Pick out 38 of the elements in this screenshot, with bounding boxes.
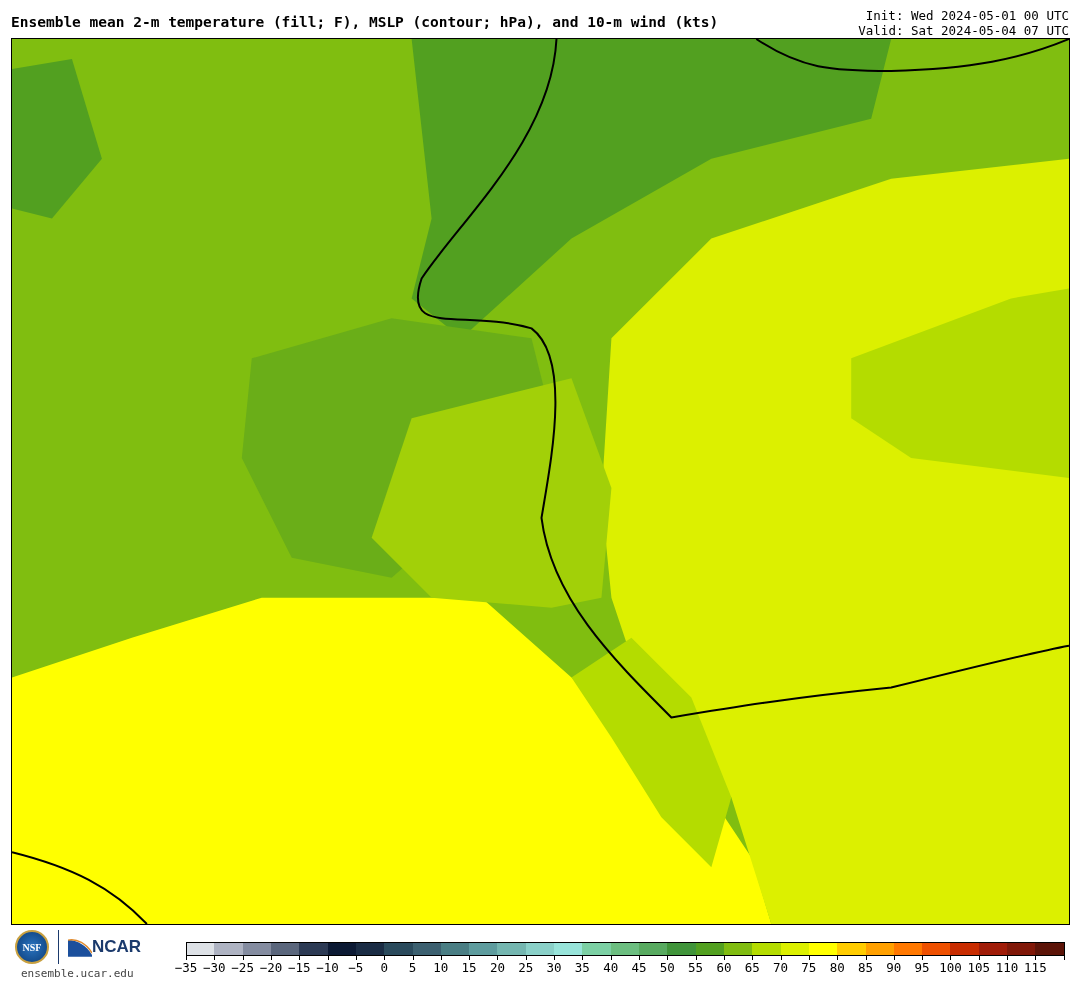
- scale-label: 65: [744, 960, 760, 975]
- scale-label: 20: [489, 960, 505, 975]
- scale-label: 110: [995, 960, 1019, 975]
- scale-label: 35: [574, 960, 590, 975]
- scale-label: 80: [829, 960, 845, 975]
- scale-label: 40: [603, 960, 619, 975]
- ncar-logo-icon: [68, 937, 92, 957]
- scale-label: 75: [801, 960, 817, 975]
- scale-label: 90: [886, 960, 902, 975]
- scale-label: 25: [518, 960, 534, 975]
- scale-label: 5: [408, 960, 417, 975]
- scale-label: −25: [231, 960, 254, 975]
- scale-label: −30: [203, 960, 226, 975]
- scale-label: 105: [967, 960, 991, 975]
- valid-time: Valid: Sat 2024-05-04 07 UTC: [858, 23, 1069, 38]
- seal-logo: NSF: [15, 930, 49, 964]
- scale-label: 15: [461, 960, 477, 975]
- scale-label: 85: [857, 960, 874, 975]
- scale-label: 95: [914, 960, 930, 975]
- site-url: ensemble.ucar.edu: [21, 967, 134, 980]
- scale-label: −35: [174, 960, 198, 975]
- scale-label: 100: [939, 960, 962, 975]
- scale-label: 45: [631, 960, 647, 975]
- scale-label: 115: [1024, 960, 1047, 975]
- logo-text: NCAR: [92, 937, 142, 957]
- scale-label: −10: [316, 960, 339, 975]
- scale-label: −15: [287, 960, 311, 975]
- scale-label: −20: [259, 960, 283, 975]
- chart-title: Ensemble mean 2-m temperature (fill; F), MSLP (contour; hPa), and 10-m wind (kts): [11, 13, 719, 32]
- scale-label: 10: [433, 960, 449, 975]
- scale-label: 70: [773, 960, 789, 975]
- scale-label: 55: [688, 960, 704, 975]
- scale-label: 0: [380, 960, 388, 975]
- scale-label: 30: [546, 960, 562, 975]
- scale-label: 50: [659, 960, 675, 975]
- scale-label: −5: [348, 960, 364, 975]
- init-time: Init: Wed 2024-05-01 00 UTC: [864, 8, 1069, 23]
- scale-label: 60: [716, 960, 732, 975]
